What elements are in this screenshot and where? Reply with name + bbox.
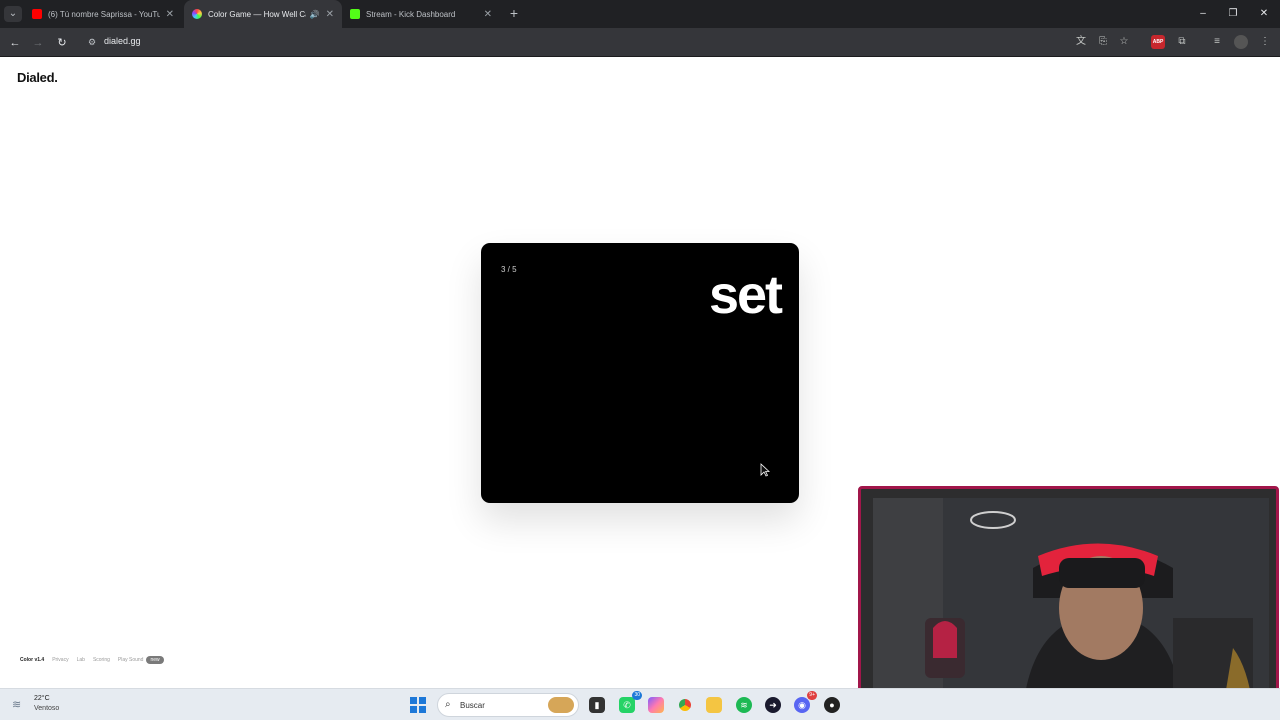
weather-condition[interactable]: Ventoso [34,705,59,712]
discord-icon[interactable]: ◉ 9+ [794,691,817,713]
adblock-icon[interactable]: ABP [1151,35,1165,49]
taskbar-search[interactable]: ⌕ Buscar [437,693,579,717]
media-controls-icon[interactable]: ≡ [1210,35,1224,49]
new-badge: new [146,656,164,664]
windows-taskbar: ≋ 22°C Ventoso ⌕ Buscar ▮ ✆ 30 ≋ ➜ ◉ 9+ ● [0,688,1280,720]
speaker-icon[interactable]: 🔊 [310,10,320,19]
install-app-icon[interactable]: ⎘ [1096,35,1110,49]
windows-start-icon[interactable] [410,697,426,713]
whatsapp-icon[interactable]: ✆ 30 [619,691,642,713]
chrome-icon[interactable] [677,697,693,713]
notification-badge: 30 [632,691,642,700]
notification-badge: 9+ [807,691,817,700]
new-tab-button[interactable]: + [505,4,523,22]
back-button[interactable]: ← [6,34,24,52]
minimize-button[interactable]: – [1188,0,1218,28]
youtube-icon [32,9,42,19]
tab-title: Stream - Kick Dashboard [366,9,456,19]
extensions-icon[interactable]: ⧉ [1175,35,1189,49]
restore-button[interactable]: ❐ [1218,0,1248,28]
mouse-cursor-icon [760,463,770,477]
copilot-icon[interactable] [648,697,664,713]
kick-icon [350,9,360,19]
lab-link[interactable]: Lab [77,657,85,663]
brand-logo[interactable]: Dialed. [17,70,58,85]
obs-icon[interactable]: ● [824,697,840,713]
arrow-app-icon[interactable]: ➜ [765,697,781,713]
address-bar[interactable]: ⚙ dialed.gg [80,32,1140,53]
color-wheel-icon [192,9,202,19]
menu-icon[interactable]: ⋮ [1258,35,1272,49]
reload-button[interactable]: ↻ [53,34,71,52]
countdown-word: set [708,265,783,325]
close-tab-icon[interactable]: ✕ [326,9,334,20]
weather-wind-icon[interactable]: ≋ [12,698,28,712]
round-counter: 3 / 5 [501,265,517,274]
task-view-icon[interactable]: ▮ [589,697,605,713]
tab-kick[interactable]: Stream - Kick Dashboard ✕ [342,0,500,28]
forward-button[interactable]: → [29,34,47,52]
file-explorer-icon[interactable] [706,697,722,713]
play-sound-link[interactable]: Play Sound [118,657,144,663]
tab-title: Color Game — How Well Can You See Color [208,9,306,19]
profile-avatar[interactable] [1234,35,1248,49]
close-tab-icon[interactable]: ✕ [484,9,492,20]
tab-search-button[interactable]: ⌄ [4,6,22,22]
tab-title: (6) Tú nombre Saprissa - YouTube [48,9,160,19]
privacy-link[interactable]: Privacy [52,657,68,663]
page-footer: Color v1.4 Privacy Lab Scoring Play Soun… [20,656,164,664]
color-card[interactable]: 3 / 5 set [481,243,799,503]
url-text: dialed.gg [104,36,141,46]
spotify-icon[interactable]: ≋ [736,697,752,713]
search-placeholder: Buscar [460,701,485,710]
tab-color-game[interactable]: Color Game — How Well Can You See Color … [184,0,342,28]
tab-youtube[interactable]: (6) Tú nombre Saprissa - YouTube ✕ [24,0,182,28]
browser-toolbar: ← → ↻ ⚙ dialed.gg 文 ⎘ ☆ ABP ⧉ ≡ ⋮ [0,28,1280,57]
webcam-feed [873,498,1269,708]
search-icon: ⌕ [445,699,451,710]
version-label: Color v1.4 [20,657,45,663]
translate-icon[interactable]: 文 [1074,35,1088,49]
scoring-link[interactable]: Scoring [93,657,110,663]
bookmark-star-icon[interactable]: ☆ [1117,35,1131,49]
close-window-button[interactable]: ✕ [1249,0,1279,28]
webcam-overlay [858,486,1279,713]
search-highlight-icon [548,697,574,713]
webcam-scene [873,498,1269,708]
tab-strip: ⌄ (6) Tú nombre Saprissa - YouTube ✕ Col… [0,0,1280,28]
weather-temperature[interactable]: 22°C [34,695,50,702]
site-info-icon[interactable]: ⚙ [85,35,99,49]
close-tab-icon[interactable]: ✕ [166,9,174,20]
